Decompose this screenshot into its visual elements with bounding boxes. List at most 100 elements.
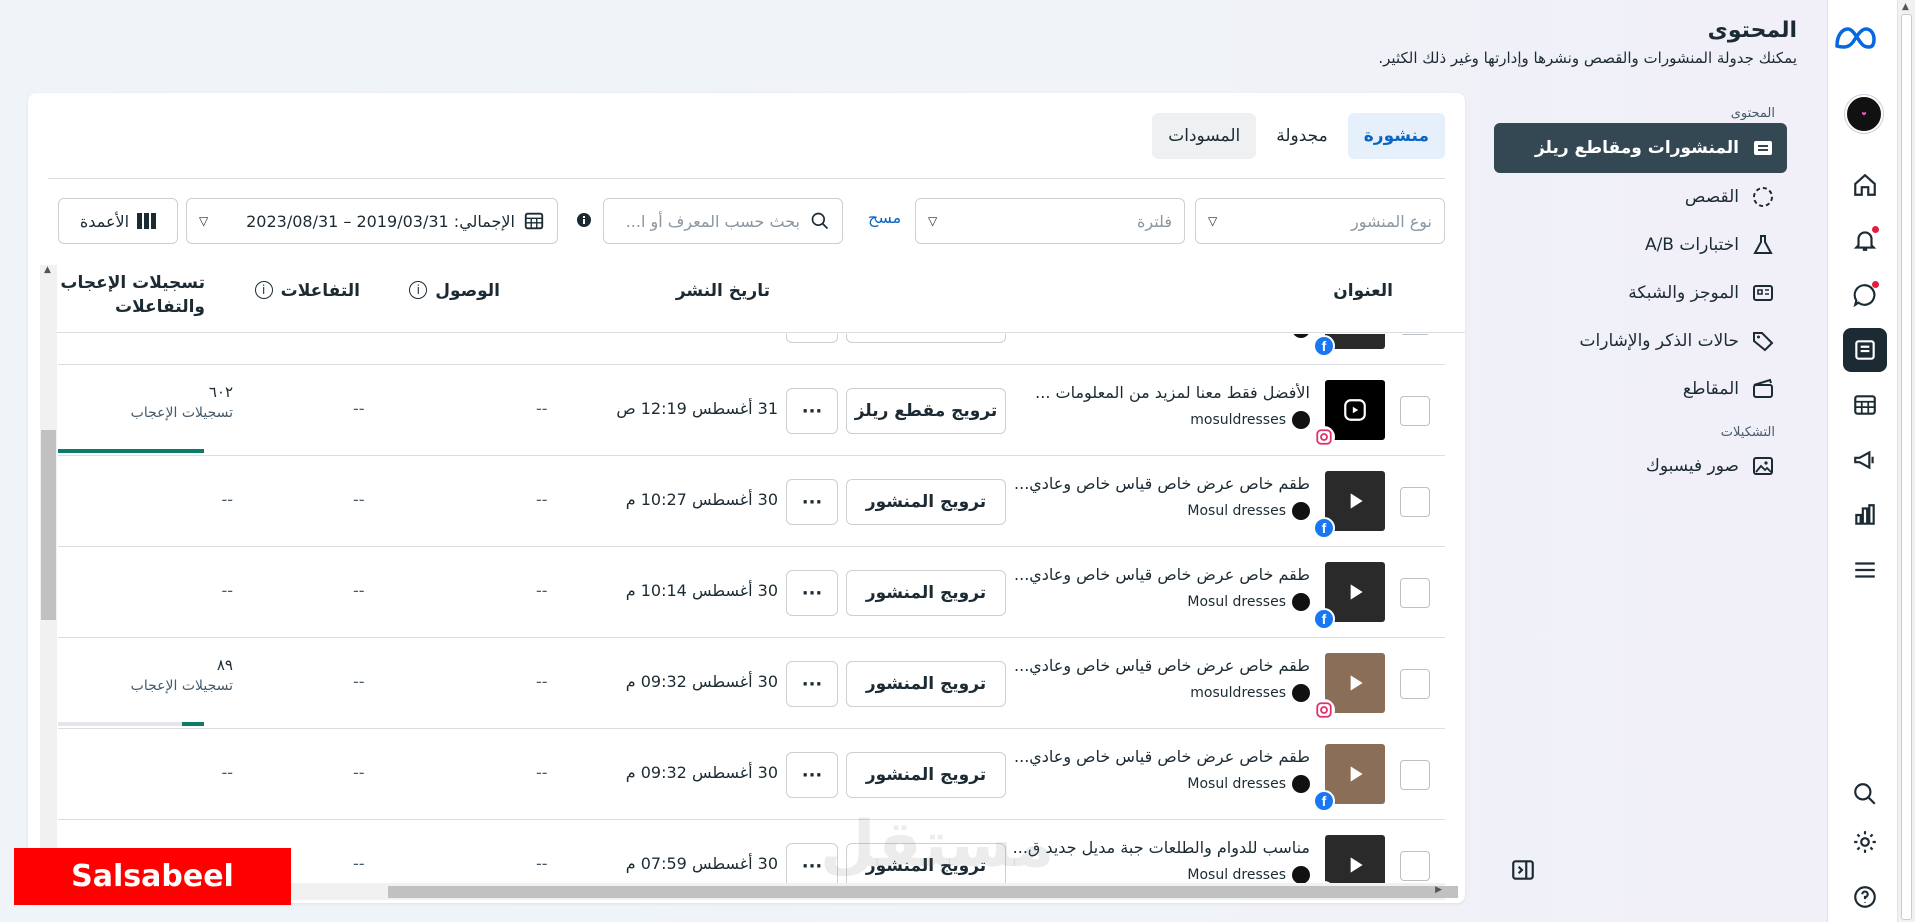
likes-count: -- (221, 581, 233, 600)
row-checkbox[interactable] (1400, 396, 1430, 426)
row-checkbox[interactable] (1400, 334, 1430, 335)
col-title[interactable]: العنوان (1333, 281, 1393, 301)
inbox-icon[interactable] (1843, 273, 1887, 317)
post-thumbnail[interactable] (1325, 744, 1385, 804)
account-avatar (1292, 334, 1310, 338)
tab-drafts[interactable]: المسودات (1152, 113, 1257, 159)
date-range-picker[interactable]: الإجمالي: 2019/03/31 – 2023/08/31 ▽ (186, 198, 558, 244)
post-thumbnail[interactable] (1325, 471, 1385, 531)
page-avatar[interactable]: ❤ (1845, 95, 1883, 133)
home-icon[interactable] (1843, 163, 1887, 207)
col-likes[interactable]: تسجيلات الإعجاب والتفاعلات (50, 271, 205, 319)
nav-item-stories[interactable]: القصص (1487, 173, 1787, 221)
col-publish-date[interactable]: تاريخ النشر (570, 281, 770, 301)
instagram-icon (1313, 699, 1335, 721)
col-likes-line2: والتفاعلات (115, 297, 205, 317)
col-reach[interactable]: الوصول i (400, 281, 500, 301)
nav-item-label: اختبارات A/B (1644, 235, 1739, 255)
table-row[interactable]: f طقم خاص عرض خاص قياس خاص وعادي... Mosul … (58, 547, 1445, 638)
search-icon[interactable] (1843, 772, 1887, 816)
post-thumbnail[interactable] (1325, 835, 1385, 883)
account-name: Mosul dresses (1187, 776, 1286, 792)
nav-item-feed-grid[interactable]: الموجز والشبكة (1487, 269, 1787, 317)
row-checkbox[interactable] (1400, 578, 1430, 608)
ads-megaphone-icon[interactable] (1843, 438, 1887, 482)
boost-button[interactable]: ترويج مقطع ريلز (846, 388, 1006, 434)
interactions-value: -- (353, 763, 365, 782)
table-row[interactable]: f طقم خاص عرض خاص قياس خاص وعادي... Mosul … (58, 456, 1445, 547)
post-account: mosuldresses (1190, 411, 1310, 429)
menu-icon[interactable] (1843, 548, 1887, 592)
more-options-button[interactable]: ··· (786, 334, 838, 343)
chevron-down-icon: ▽ (1208, 214, 1218, 228)
info-icon[interactable]: i (254, 281, 273, 299)
insights-icon[interactable] (1843, 493, 1887, 537)
nav-item-facebook-photos[interactable]: صور فيسبوك (1487, 442, 1787, 490)
nav-item-ab-tests[interactable]: اختبارات A/B (1487, 221, 1787, 269)
table-row[interactable]: f طقم خاص عرض خاص قياس خاص وعادي... Mosul … (58, 729, 1445, 820)
nav-item-mentions-tags[interactable]: حالات الذكر والإشارات (1487, 317, 1787, 365)
likes-cell: -- (58, 474, 233, 509)
post-type-select[interactable]: نوع المنشور ▽ (1195, 198, 1445, 244)
boost-button[interactable]: ترويج المنشور (846, 752, 1006, 798)
table-vertical-scrollbar[interactable]: ▲ (40, 265, 57, 885)
content-icon[interactable] (1843, 328, 1887, 372)
boost-button[interactable] (846, 334, 1006, 343)
likes-count: ٨٩ (216, 656, 233, 674)
filter-select[interactable]: فلترة ▽ (915, 198, 1185, 244)
reach-value: -- (536, 490, 548, 509)
facebook-icon: f (1313, 790, 1335, 812)
photo-icon (1753, 457, 1773, 475)
table-row[interactable]: الأفضل فقط معنا لمزيد من المعلومات ... mo… (58, 365, 1445, 456)
notifications-icon[interactable] (1843, 218, 1887, 262)
row-checkbox[interactable] (1400, 851, 1430, 881)
boost-button[interactable]: ترويج المنشور (846, 479, 1006, 525)
nav-item-label: صور فيسبوك (1645, 456, 1739, 476)
nav-item-label: المقاطع (1682, 379, 1739, 399)
meta-logo-icon[interactable] (1833, 26, 1877, 54)
content-nav: المحتوى المنشورات ومقاطع ريلز القصص اختب… (1487, 100, 1787, 490)
clear-filters-link[interactable]: مسح (868, 208, 901, 227)
post-account: mosuldresses (1190, 684, 1310, 702)
columns-label: الأعمدة (79, 211, 130, 231)
more-options-button[interactable]: ··· (786, 570, 838, 616)
row-checkbox[interactable] (1400, 760, 1430, 790)
post-type-placeholder: نوع المنشور (1350, 211, 1432, 231)
more-options-button[interactable]: ··· (786, 388, 838, 434)
nav-item-clips[interactable]: المقاطع (1487, 365, 1787, 413)
facebook-icon: f (1313, 517, 1335, 539)
info-icon[interactable]: i (409, 281, 428, 299)
tab-scheduled[interactable]: مجدولة (1260, 113, 1344, 159)
post-thumbnail[interactable] (1325, 562, 1385, 622)
interactions-value: -- (353, 399, 365, 418)
nav-item-posts-reels[interactable]: المنشورات ومقاطع ريلز (1494, 123, 1787, 173)
more-options-button[interactable]: ··· (786, 661, 838, 707)
account-avatar (1292, 593, 1310, 611)
post-thumbnail[interactable] (1325, 653, 1385, 713)
post-account: Mosul dresses (1187, 866, 1310, 883)
table-row[interactable]: طقم خاص عرض خاص قياس خاص وعادي... mosuldr… (58, 638, 1445, 729)
interactions-value: -- (353, 581, 365, 600)
boost-button[interactable]: ترويج المنشور (846, 661, 1006, 707)
more-options-button[interactable]: ··· (786, 479, 838, 525)
instagram-icon (1313, 426, 1335, 448)
settings-gear-icon[interactable] (1843, 820, 1887, 864)
row-checkbox[interactable] (1400, 487, 1430, 517)
collapse-panel-icon[interactable] (1510, 857, 1536, 887)
help-icon[interactable] (1843, 875, 1887, 919)
tab-published[interactable]: منشورة (1347, 113, 1445, 159)
status-tabs: منشورة مجدولة المسودات (1152, 113, 1445, 159)
table-row[interactable]: fMosul dresses···31 أغسطس 12:19 ص------ (58, 334, 1445, 365)
likes-bar (58, 722, 204, 726)
search-input[interactable]: بحث حسب المعرف أو ا... (603, 198, 843, 244)
col-interactions[interactable]: التفاعلات i (240, 281, 360, 301)
row-checkbox[interactable] (1400, 669, 1430, 699)
boost-button[interactable]: ترويج المنشور (846, 570, 1006, 616)
info-icon[interactable] (576, 212, 592, 232)
post-thumbnail[interactable] (1325, 380, 1385, 440)
columns-button[interactable]: الأعمدة (58, 198, 178, 244)
planner-icon[interactable] (1843, 383, 1887, 427)
nav-section-collections: التشكيلات (1720, 425, 1775, 440)
more-options-button[interactable]: ··· (786, 752, 838, 798)
page-scrollbar[interactable]: ▲ (1897, 0, 1915, 922)
